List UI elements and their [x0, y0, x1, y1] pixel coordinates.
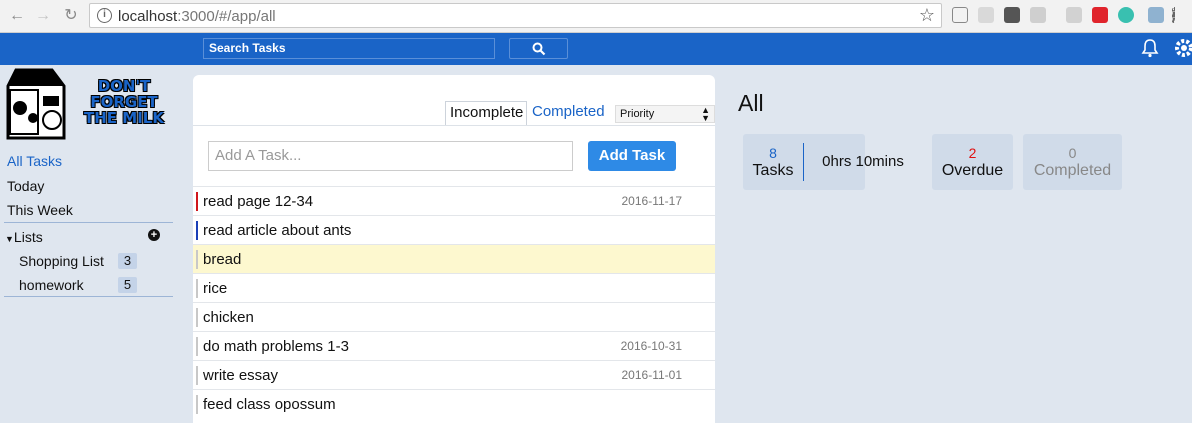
search-button[interactable]: [509, 38, 568, 59]
task-panel: Incomplete Completed Priority ▲ ▼ Add A T…: [193, 75, 715, 423]
add-list-icon[interactable]: +: [148, 229, 160, 241]
caret-down-icon: ▼: [5, 234, 14, 244]
task-name: rice: [203, 280, 228, 297]
task-due-date: 2016-10-31: [620, 339, 682, 353]
milk-carton-logo: [6, 68, 66, 140]
sidebar: DON'T FORGET THE MILK All Tasks Today Th…: [0, 65, 182, 423]
list-count-badge: 5: [118, 277, 137, 293]
task-row[interactable]: chicken: [193, 302, 715, 331]
eyedropper-icon[interactable]: [1148, 7, 1164, 23]
address-bar[interactable]: i localhost:3000/#/app/all ☆: [89, 3, 942, 28]
task-due-date: 2016-11-01: [621, 368, 683, 382]
add-task-button[interactable]: Add Task: [588, 141, 676, 171]
extension-icon[interactable]: [1066, 7, 1082, 23]
task-row[interactable]: do math problems 1-3 2016-10-31: [193, 331, 715, 360]
address-url[interactable]: localhost:3000/#/app/all: [118, 8, 276, 25]
nav-today[interactable]: Today: [7, 178, 44, 194]
priority-indicator: [196, 221, 198, 240]
overdue-stat-box[interactable]: 2 Overdue: [932, 134, 1013, 190]
lists-toggle[interactable]: ▼Lists: [5, 229, 43, 245]
task-row[interactable]: read article about ants: [193, 215, 715, 244]
completed-stat-box[interactable]: 0 Completed: [1023, 134, 1122, 190]
extension-icon[interactable]: [978, 7, 994, 23]
back-icon[interactable]: ←: [7, 6, 27, 26]
notifications-bell-icon[interactable]: [1141, 38, 1159, 58]
search-icon: [532, 42, 546, 56]
add-task-input[interactable]: Add A Task...: [208, 141, 573, 171]
extension-icon[interactable]: [1092, 7, 1108, 23]
time-estimate: 0hrs 10mins: [822, 153, 904, 170]
lists-label: Lists: [13, 229, 43, 245]
extension-icon[interactable]: [1118, 7, 1134, 23]
sort-select-value: Priority: [620, 108, 655, 120]
bookmark-star-icon[interactable]: ☆: [919, 5, 935, 26]
search-input[interactable]: Search Tasks: [203, 38, 495, 59]
summary-panel: All 8 Tasks 0hrs 10mins 2 Overdue 0 Comp…: [727, 75, 1192, 423]
divider: [193, 125, 715, 126]
task-name: read article about ants: [203, 222, 352, 239]
logo[interactable]: DON'T FORGET THE MILK: [0, 68, 175, 142]
task-row[interactable]: bread: [193, 244, 715, 273]
completed-label: Completed: [1033, 162, 1112, 179]
tasks-stat-box: 8 Tasks 0hrs 10mins: [743, 134, 904, 190]
priority-indicator: [196, 250, 198, 269]
priority-indicator: [196, 279, 198, 298]
info-icon[interactable]: i: [97, 8, 112, 23]
task-row[interactable]: rice: [193, 273, 715, 302]
settings-gear-icon[interactable]: [1174, 38, 1192, 58]
extension-icon[interactable]: [1004, 7, 1020, 23]
divider: [4, 296, 173, 297]
tab-completed[interactable]: Completed: [528, 101, 608, 125]
task-row[interactable]: write essay 2016-11-01: [193, 360, 715, 389]
task-name: write essay: [203, 367, 279, 384]
list-shopping-list[interactable]: Shopping List: [19, 253, 104, 269]
priority-indicator: [196, 337, 198, 356]
priority-indicator: [196, 395, 198, 414]
priority-indicator: [196, 192, 198, 211]
extension-icon[interactable]: [1030, 7, 1046, 23]
tab-incomplete[interactable]: Incomplete: [445, 101, 527, 125]
list-count-badge: 3: [118, 253, 137, 269]
tasks-label: Tasks: [752, 162, 794, 179]
app-header: Search Tasks: [0, 33, 1192, 65]
task-name: read page 12-34: [203, 193, 314, 210]
task-row[interactable]: feed class opossum: [193, 389, 715, 418]
nav-all-tasks[interactable]: All Tasks: [7, 153, 62, 169]
priority-indicator: [196, 308, 198, 327]
overdue-label: Overdue: [941, 162, 1004, 179]
task-name: do math problems 1-3: [203, 338, 349, 355]
logo-text: DON'T FORGET THE MILK: [84, 77, 164, 127]
task-name: bread: [203, 251, 242, 268]
select-arrows-icon: ▲ ▼: [701, 105, 710, 123]
task-due-date: 2016-11-17: [621, 194, 683, 208]
browser-toolbar: ← → ↻ i localhost:3000/#/app/all ☆: [0, 0, 1192, 33]
divider: [4, 222, 173, 223]
reload-icon[interactable]: ↻: [61, 6, 81, 26]
forward-icon[interactable]: →: [33, 6, 53, 26]
cast-icon[interactable]: [952, 7, 968, 23]
tasks-count: 8: [769, 145, 777, 161]
menu-icon[interactable]: [1172, 7, 1176, 23]
completed-count: 0: [1068, 145, 1077, 161]
nav-this-week[interactable]: This Week: [7, 202, 73, 218]
task-name: feed class opossum: [203, 396, 336, 413]
overdue-count: 2: [968, 145, 977, 161]
task-row[interactable]: read page 12-34 2016-11-17: [193, 186, 715, 215]
priority-indicator: [196, 366, 198, 385]
page-title: All: [738, 90, 764, 116]
task-name: chicken: [203, 309, 254, 326]
sort-select[interactable]: Priority ▲ ▼: [615, 105, 715, 123]
list-homework[interactable]: homework: [19, 277, 84, 293]
